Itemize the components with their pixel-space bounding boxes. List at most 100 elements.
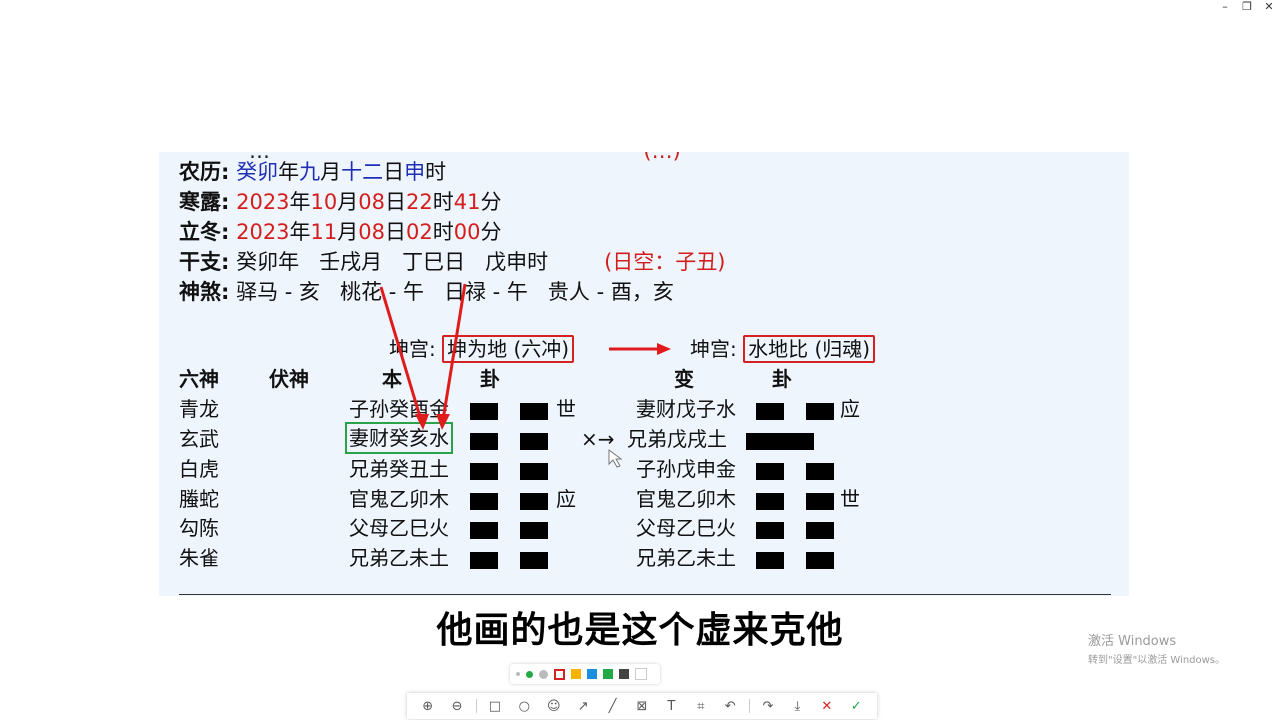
hanlu-minute: 41 <box>453 190 481 214</box>
bian-yao-6: 妻财戊子水 <box>636 397 736 421</box>
ben-yao-5-highlighted: 妻财癸亥水 <box>345 422 453 454</box>
hanlu-ri: 日 <box>385 190 407 214</box>
ganzhi-month: 壬戌月 <box>319 250 383 274</box>
header-bian: 变 <box>674 367 694 391</box>
bian-bar-2a <box>756 522 784 539</box>
lunar-day: 十二 <box>341 160 384 184</box>
share-icon[interactable]: ↷ <box>757 699 779 714</box>
hanlu-label: 寒露: <box>179 190 230 214</box>
lunar-month: 九 <box>299 160 321 184</box>
pen-icon[interactable]: ╱ <box>602 699 624 714</box>
lunar-hour: 申 <box>404 160 426 184</box>
size-medium-dot[interactable] <box>526 670 533 678</box>
ganzhi-line: 干支: 癸卯年 壬戌月 丁巳日 戊申时 (日空：子丑) <box>179 248 725 276</box>
undo-icon[interactable]: ↶ <box>719 699 741 714</box>
window-controls: – ❐ ✕ <box>1214 0 1280 14</box>
gong-left: 坤宫: 坤为地 (六冲) <box>389 335 575 363</box>
liushen-gouchen: 勾陈 <box>179 516 219 540</box>
lidong-month: 11 <box>310 220 338 244</box>
header-gua-ben: 卦 <box>480 367 500 391</box>
ben-yao-2: 父母乙巳火 <box>349 516 449 540</box>
rectangle-icon[interactable]: □ <box>484 699 506 714</box>
gong-left-label: 坤宫: <box>389 337 436 361</box>
circle-icon[interactable]: ○ <box>513 699 535 714</box>
header-liushen: 六神 <box>179 367 219 391</box>
ben-yao-1: 兄弟乙未土 <box>349 546 449 570</box>
screenshot-toolbar: ⊕ ⊖ □ ○ ☺ ↗ ╱ ⊠ T ⌗ ↶ ↷ ⤓ ✕ ✓ <box>407 693 877 719</box>
bian-bar-2b <box>806 522 834 539</box>
lidong-nian: 年 <box>289 220 311 244</box>
header-fushen: 伏神 <box>269 367 309 391</box>
bian-bar-5-solid <box>746 433 814 450</box>
restore-button[interactable]: ❐ <box>1236 0 1258 14</box>
divination-document: … (…) 农历: 癸卯年九月十二日申时 寒露: 2023年10月08日22时4… <box>159 152 1129 596</box>
ben-bar-5b <box>520 433 548 450</box>
color-palette <box>510 664 660 684</box>
text-icon[interactable]: T <box>660 699 682 714</box>
lidong-hour: 02 <box>406 220 433 244</box>
bian-bar-6a <box>756 403 784 420</box>
hanlu-year: 2023 <box>236 190 290 214</box>
bian-yao-1: 兄弟乙未土 <box>636 546 736 570</box>
ben-bar-6b <box>520 403 548 420</box>
lidong-label: 立冬: <box>179 220 230 244</box>
ganzhi-year: 癸卯年 <box>236 250 300 274</box>
toolbar-separator-2 <box>748 699 750 713</box>
watermark-line1: 激活 Windows <box>1088 634 1177 649</box>
toolbar-separator <box>475 699 477 713</box>
liushen-zhuque: 朱雀 <box>179 546 219 570</box>
ganzhi-day: 丁巳日 <box>402 250 466 274</box>
hanlu-yue: 月 <box>337 190 359 214</box>
bian-yao-3: 官鬼乙卯木 <box>636 487 736 511</box>
emoji-icon[interactable]: ☺ <box>543 699 565 714</box>
bian-bar-1a <box>756 552 784 569</box>
ben-yao-3: 官鬼乙卯木 <box>349 487 449 511</box>
ben-bar-1a <box>470 552 498 569</box>
ben-yao-6: 子孙癸酉金 <box>349 397 449 421</box>
hanlu-fen: 分 <box>480 190 502 214</box>
ben-bar-4a <box>470 463 498 480</box>
color-blue-swatch[interactable] <box>587 669 597 679</box>
ben-yao-4: 兄弟癸丑土 <box>349 457 449 481</box>
change-mark: ×→ <box>581 427 615 451</box>
zoom-out-icon[interactable]: ⊖ <box>446 699 468 714</box>
bian-yao-4: 子孙戊申金 <box>636 457 736 481</box>
arrow-icon[interactable]: ↗ <box>572 699 594 714</box>
windows-activation-watermark: 激活 Windows 转到"设置"以激活 Windows。 <box>1088 630 1225 666</box>
ben-bar-1b <box>520 552 548 569</box>
lidong-year: 2023 <box>236 220 290 244</box>
save-icon[interactable]: ⤓ <box>786 699 808 714</box>
gong-left-name: 坤为地 (六冲) <box>442 335 575 363</box>
color-green-swatch[interactable] <box>603 669 613 679</box>
shensha-guiren: 贵人 - 酉，亥 <box>547 280 674 304</box>
crop-icon[interactable]: ⌗ <box>690 699 712 714</box>
cancel-icon[interactable]: ✕ <box>816 699 838 714</box>
bian-bar-4b <box>806 463 834 480</box>
hanlu-shi: 时 <box>432 190 454 214</box>
ben-bar-2a <box>470 522 498 539</box>
color-white-swatch[interactable] <box>635 668 647 680</box>
cropped-text-right: (…) <box>643 152 680 163</box>
close-button[interactable]: ✕ <box>1258 0 1280 14</box>
ying-mark-bian: 应 <box>840 397 860 421</box>
ben-bar-2b <box>520 522 548 539</box>
zoom-in-icon[interactable]: ⊕ <box>417 699 439 714</box>
rikong-text: (日空：子丑) <box>604 250 726 274</box>
hanlu-line: 寒露: 2023年10月08日22时41分 <box>179 188 501 216</box>
lunar-year: 癸卯 <box>236 160 279 184</box>
mosaic-icon[interactable]: ⊠ <box>631 699 653 714</box>
ben-bar-6a <box>470 403 498 420</box>
lidong-day: 08 <box>358 220 386 244</box>
minimize-button[interactable]: – <box>1214 0 1236 14</box>
size-large-dot[interactable] <box>539 669 548 679</box>
gong-right-label: 坤宫: <box>690 337 737 361</box>
shensha-label: 神煞: <box>179 280 230 304</box>
color-red-swatch[interactable] <box>554 668 565 680</box>
gong-right: 坤宫: 水地比 (归魂) <box>690 335 876 363</box>
size-small-dot[interactable] <box>516 672 520 676</box>
color-dark-swatch[interactable] <box>619 669 629 679</box>
confirm-icon[interactable]: ✓ <box>845 699 867 714</box>
color-yellow-swatch[interactable] <box>571 669 581 679</box>
bian-bar-4a <box>756 463 784 480</box>
ben-bar-3b <box>520 493 548 510</box>
